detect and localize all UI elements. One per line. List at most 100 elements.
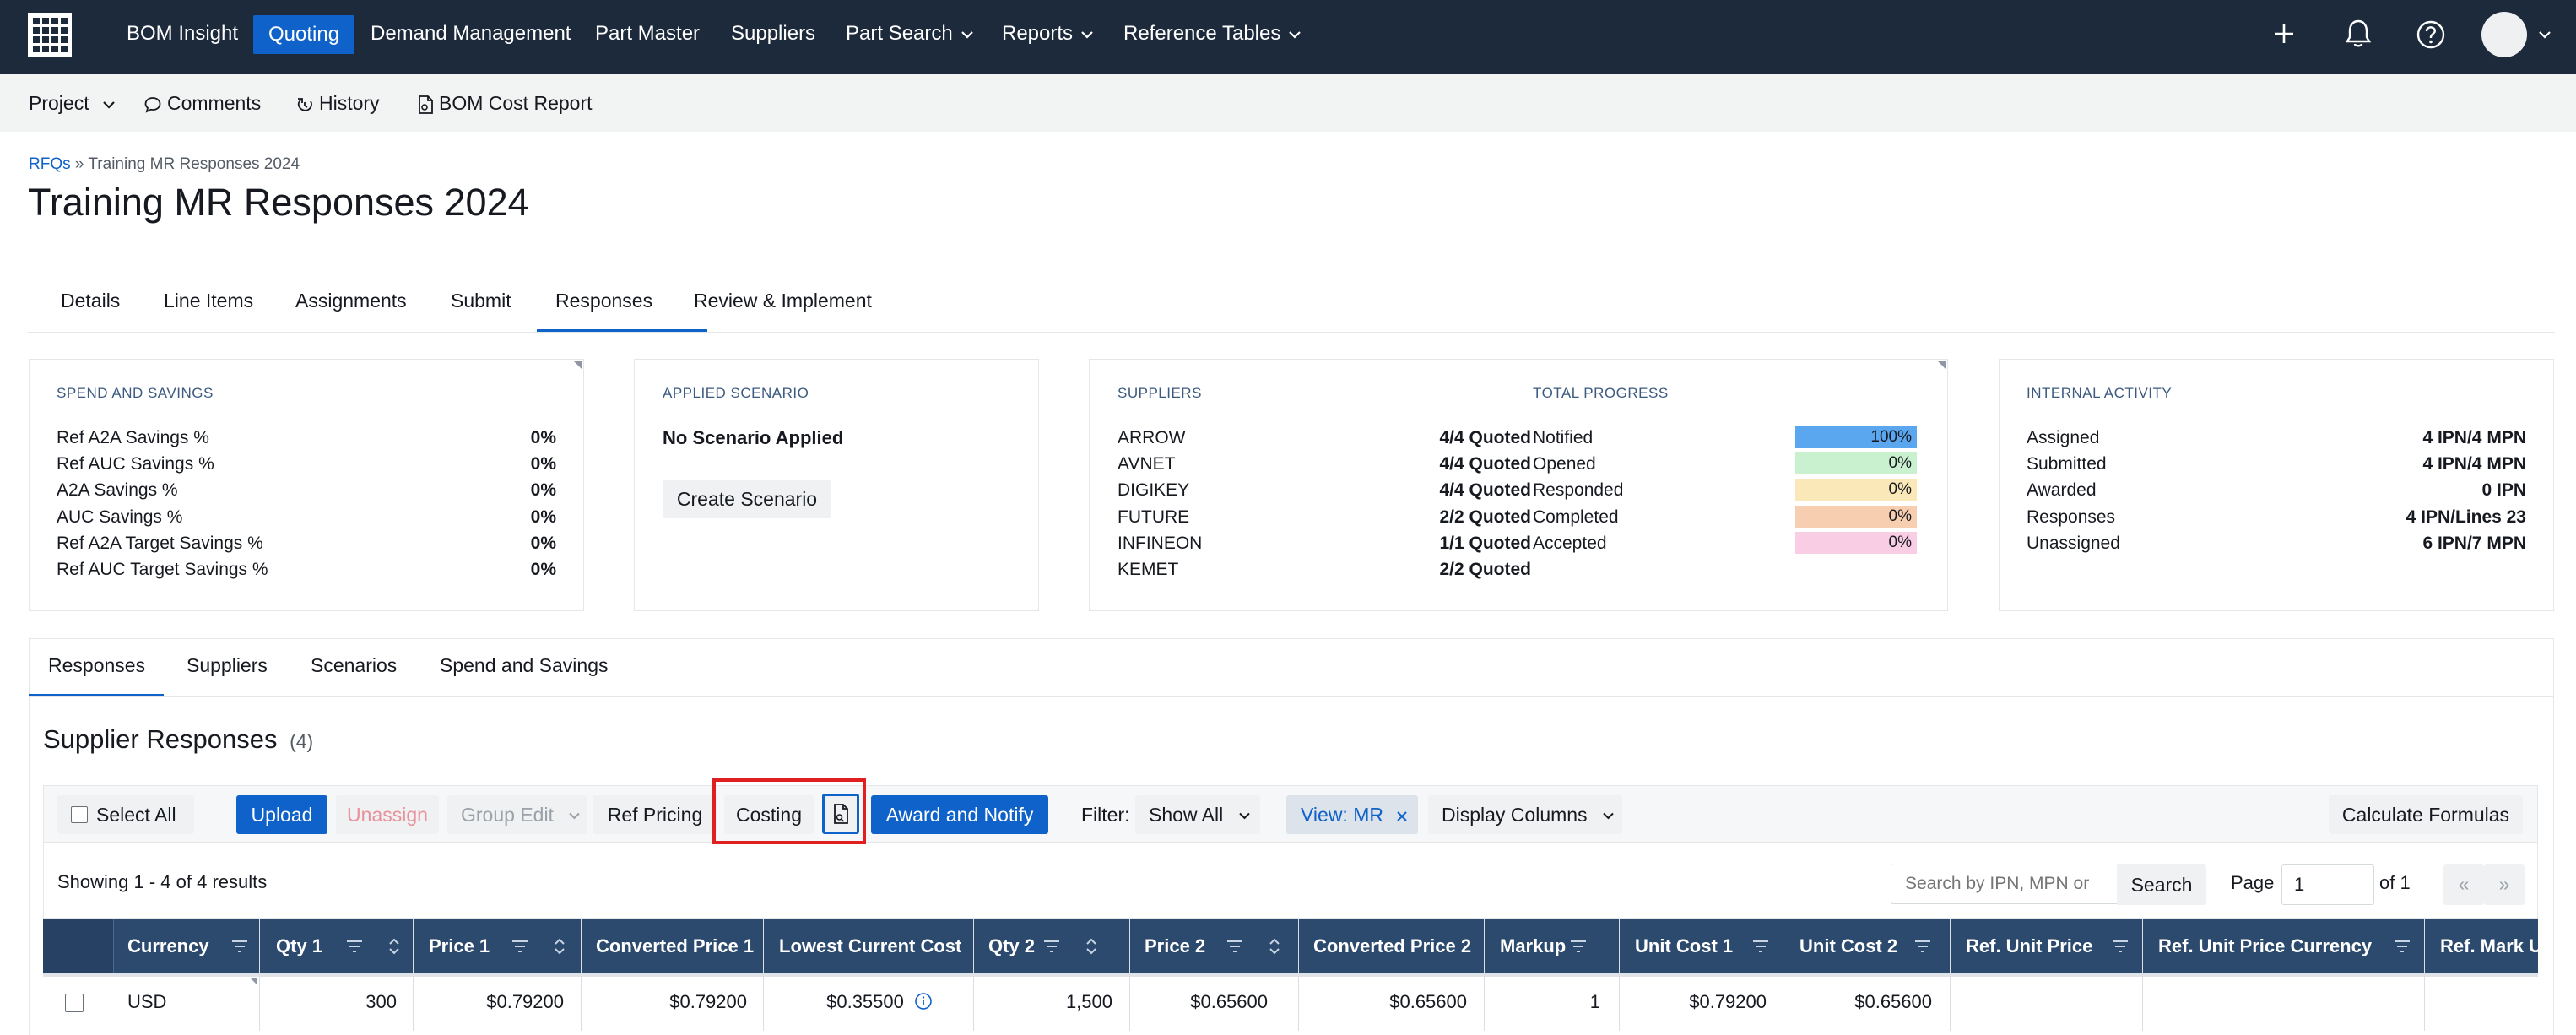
select-all-control[interactable]: Select All — [57, 795, 194, 834]
nav-reports[interactable]: Reports — [1002, 0, 1093, 68]
ref-pricing-button[interactable]: Ref Pricing — [593, 795, 717, 834]
tab-assignments[interactable]: Assignments — [295, 290, 407, 312]
column-filter-icon[interactable] — [511, 940, 528, 953]
column-filter-icon[interactable] — [1752, 940, 1769, 953]
unassign-button[interactable]: Unassign — [336, 795, 439, 834]
subtab-suppliers[interactable]: Suppliers — [187, 654, 268, 677]
subtab-scenarios[interactable]: Scenarios — [311, 654, 397, 677]
cell-converted-price-2: $0.65600 — [1389, 991, 1467, 1012]
filter-dropdown[interactable]: Show All — [1135, 795, 1260, 834]
chevron-down-icon — [569, 812, 581, 820]
column-header-ref-unit-price-currency[interactable]: Ref. Unit Price Currency — [2158, 919, 2372, 973]
column-filter-icon[interactable] — [1043, 940, 1060, 953]
nav-reference-tables[interactable]: Reference Tables — [1123, 0, 1302, 68]
cell-currency: USD — [127, 991, 167, 1012]
column-filter-icon[interactable] — [346, 940, 363, 953]
column-header-unit-cost-1[interactable]: Unit Cost 1 — [1635, 919, 1733, 973]
row-checkbox[interactable] — [65, 994, 84, 1012]
costing-button[interactable]: Costing — [724, 795, 814, 834]
calculate-formulas-button[interactable]: Calculate Formulas — [2329, 795, 2523, 834]
activity-label: Awarded — [2027, 480, 2097, 500]
column-header-price-1[interactable]: Price 1 — [429, 919, 490, 973]
column-header-ref-markup[interactable]: Ref. Mark U — [2440, 919, 2538, 973]
info-icon[interactable] — [914, 992, 933, 1011]
nav-part-search[interactable]: Part Search — [846, 0, 973, 68]
search-button[interactable]: Search — [2117, 864, 2206, 905]
last-page-button[interactable]: » — [2484, 864, 2525, 905]
upload-button[interactable]: Upload — [236, 795, 327, 834]
nav-part-master[interactable]: Part Master — [595, 0, 700, 68]
subtab-responses[interactable]: Responses — [48, 654, 145, 677]
column-filter-icon[interactable] — [2112, 940, 2129, 953]
supplier-quote-status: 4/4 Quoted — [1439, 454, 1531, 474]
column-filter-icon[interactable] — [2394, 940, 2411, 953]
activity-label: Submitted — [2027, 454, 2107, 474]
nav-demand-management[interactable]: Demand Management — [371, 0, 571, 68]
select-all-checkbox[interactable] — [71, 805, 88, 823]
column-filter-icon[interactable] — [231, 940, 248, 953]
add-icon[interactable] — [2272, 22, 2296, 46]
create-scenario-button[interactable]: Create Scenario — [663, 480, 831, 518]
select-all-label: Select All — [96, 804, 176, 826]
costing-file-icon — [832, 803, 849, 825]
project-menu[interactable]: Project — [29, 74, 120, 132]
column-header-price-2[interactable]: Price 2 — [1145, 919, 1205, 973]
column-header-qty-2[interactable]: Qty 2 — [988, 919, 1035, 973]
column-separator — [581, 919, 582, 1031]
nav-quoting[interactable]: Quoting — [253, 15, 355, 54]
page-number-input[interactable] — [2281, 864, 2374, 905]
chevron-down-icon[interactable] — [2539, 30, 2551, 39]
activity-value: 4 IPN/4 MPN — [2422, 428, 2526, 447]
cell-qty-1: 300 — [365, 991, 397, 1012]
notifications-bell-icon[interactable] — [2345, 19, 2372, 49]
column-sort-icon[interactable] — [553, 938, 566, 955]
card-corner-marker — [574, 361, 582, 369]
costing-file-button[interactable] — [822, 794, 859, 834]
history-link[interactable]: History — [295, 74, 380, 132]
nav-bom-insight[interactable]: BOM Insight — [127, 0, 238, 68]
chevron-down-icon — [103, 100, 115, 109]
tab-details[interactable]: Details — [61, 290, 120, 312]
breadcrumb-rfqs-link[interactable]: RFQs — [29, 155, 71, 173]
close-icon[interactable] — [1397, 811, 1408, 821]
view-tag[interactable]: View: MR — [1286, 795, 1418, 834]
activity-value: 4 IPN/4 MPN — [2422, 454, 2526, 474]
user-avatar[interactable] — [2481, 12, 2527, 57]
column-filter-icon[interactable] — [1570, 940, 1587, 953]
display-columns-dropdown[interactable]: Display Columns — [1428, 795, 1622, 834]
column-sort-icon[interactable] — [387, 938, 401, 955]
column-header-unit-cost-2[interactable]: Unit Cost 2 — [1799, 919, 1897, 973]
tab-submit[interactable]: Submit — [451, 290, 511, 312]
column-header-currency[interactable]: Currency — [127, 919, 209, 973]
tab-responses[interactable]: Responses — [555, 290, 652, 312]
column-header-converted-price-1[interactable]: Converted Price 1 — [596, 919, 754, 973]
help-icon[interactable] — [2416, 19, 2446, 50]
first-page-button[interactable]: « — [2443, 864, 2484, 905]
column-filter-icon[interactable] — [1914, 940, 1931, 953]
comments-link[interactable]: Comments — [143, 74, 261, 132]
cell-ref-unit-price — [1950, 977, 2135, 1027]
column-sort-icon[interactable] — [1268, 938, 1281, 955]
search-input[interactable] — [1891, 864, 2117, 904]
column-header-ref-unit-price[interactable]: Ref. Unit Price — [1966, 919, 2092, 973]
column-header-qty-1[interactable]: Qty 1 — [276, 919, 322, 973]
nav-suppliers[interactable]: Suppliers — [731, 0, 815, 68]
activity-label: Unassigned — [2027, 534, 2120, 553]
group-edit-button[interactable]: Group Edit — [447, 795, 587, 834]
subtab-spend-and-savings[interactable]: Spend and Savings — [440, 654, 609, 677]
column-header-converted-price-2[interactable]: Converted Price 2 — [1313, 919, 1471, 973]
app-logo-icon[interactable] — [28, 13, 72, 57]
column-header-lowest-current-cost[interactable]: Lowest Current Cost — [779, 919, 961, 973]
tab-review-implement[interactable]: Review & Implement — [694, 290, 872, 312]
breadcrumb: RFQs » Training MR Responses 2024 — [29, 155, 300, 174]
bom-cost-report-link[interactable]: BOM Cost Report — [417, 74, 593, 132]
progress-bar: 0% — [1795, 532, 1917, 554]
column-filter-icon[interactable] — [1226, 940, 1243, 953]
column-separator — [1484, 919, 1485, 1031]
column-sort-icon[interactable] — [1085, 938, 1098, 955]
tab-line-items[interactable]: Line Items — [164, 290, 253, 312]
supplier-name: KEMET — [1118, 560, 1179, 579]
progress-label: Completed — [1533, 507, 1619, 527]
award-and-notify-button[interactable]: Award and Notify — [871, 795, 1048, 834]
column-header-markup[interactable]: Markup — [1500, 919, 1566, 973]
